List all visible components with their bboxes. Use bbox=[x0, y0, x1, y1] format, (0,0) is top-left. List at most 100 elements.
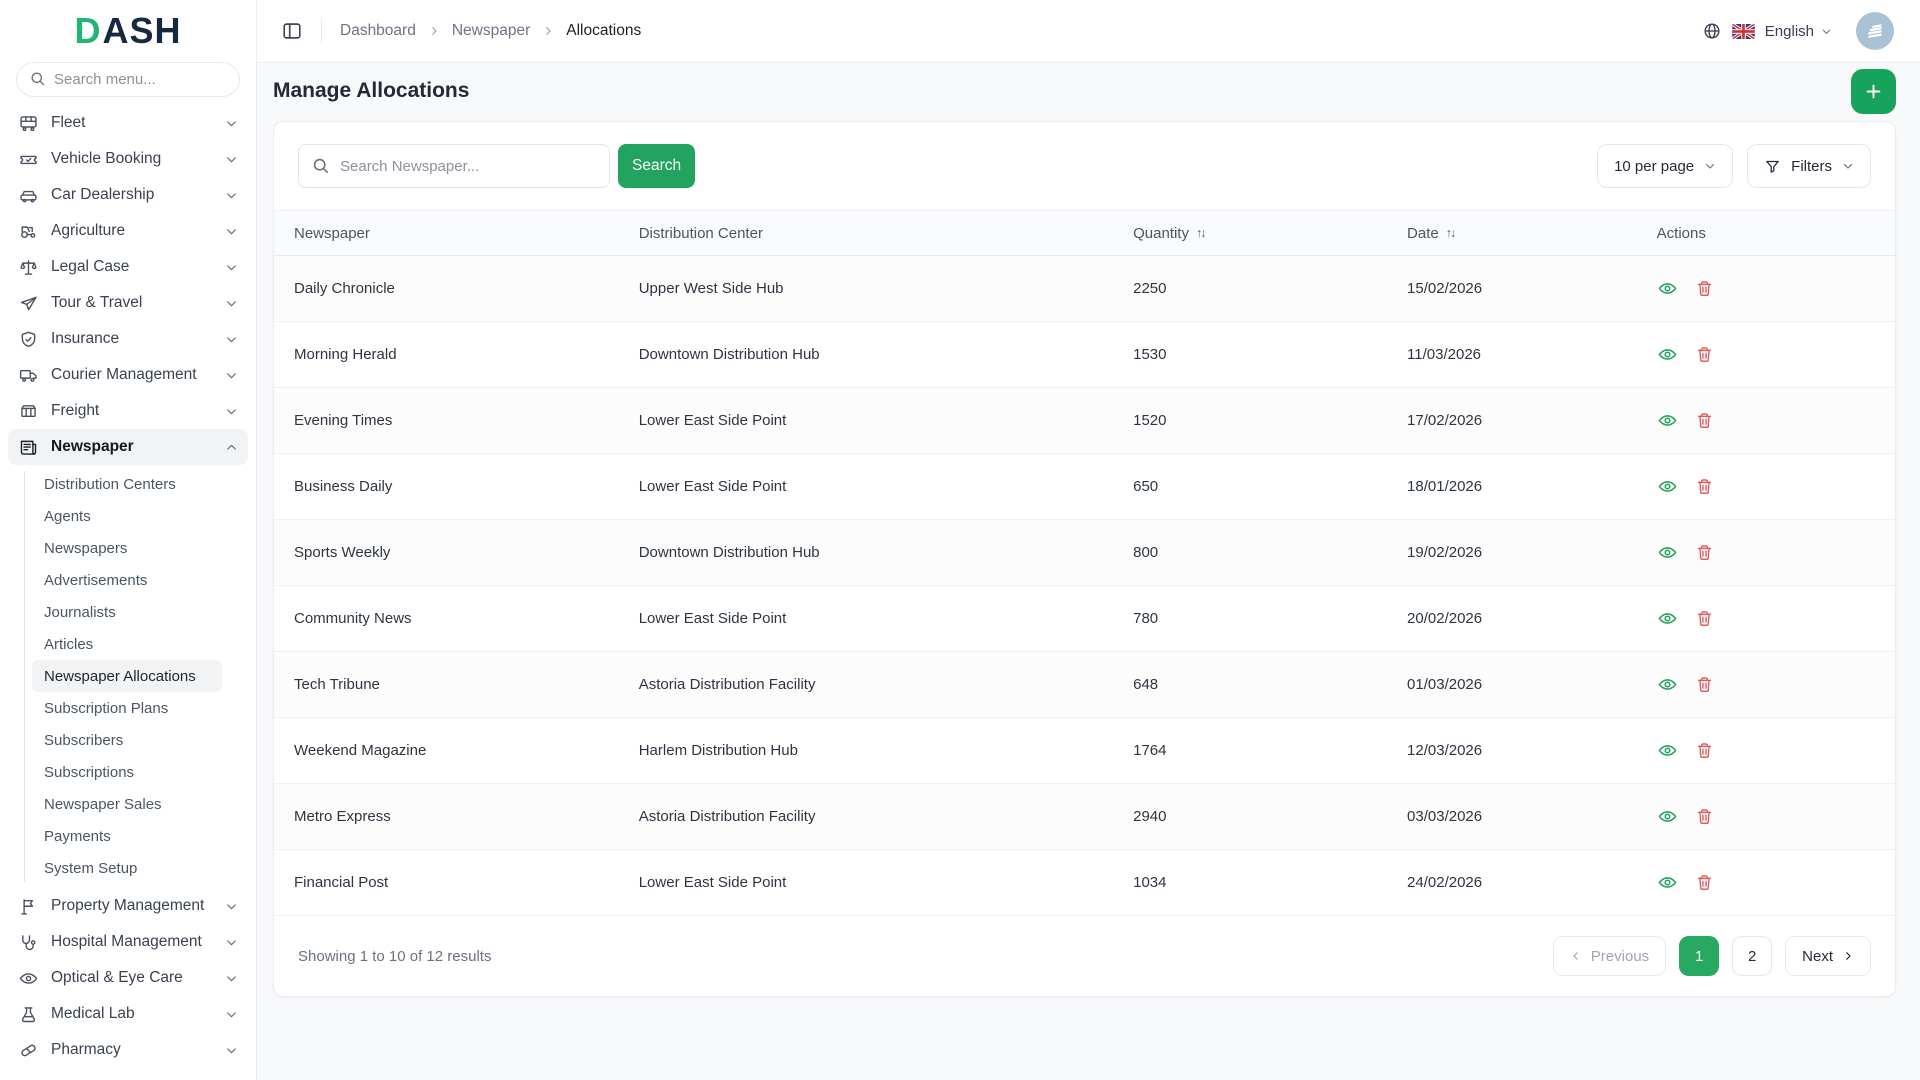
sidebar-subitem-articles[interactable]: Articles bbox=[32, 628, 222, 660]
delete-button[interactable] bbox=[1695, 279, 1714, 298]
globe-icon[interactable] bbox=[1702, 21, 1722, 41]
sidebar-item-optical-eye-care[interactable]: Optical & Eye Care bbox=[8, 960, 248, 996]
sidebar-item-freight[interactable]: Freight bbox=[8, 393, 248, 429]
sidebar-subitem-payments[interactable]: Payments bbox=[32, 820, 222, 852]
cell-quantity: 780 bbox=[1133, 586, 1407, 652]
view-button[interactable] bbox=[1657, 476, 1678, 497]
view-button[interactable] bbox=[1657, 872, 1678, 893]
trash-icon bbox=[1695, 345, 1714, 364]
table-row-community-news: Community NewsLower East Side Point78020… bbox=[274, 586, 1895, 652]
delete-button[interactable] bbox=[1695, 675, 1714, 694]
uk-flag-icon bbox=[1732, 24, 1755, 39]
sidebar-item-newspaper[interactable]: Newspaper bbox=[8, 429, 248, 465]
chevron-down-icon bbox=[225, 972, 238, 985]
cell-distribution-center: Lower East Side Point bbox=[639, 454, 1133, 520]
sidebar-subitem-newspapers[interactable]: Newspapers bbox=[32, 532, 222, 564]
page-button-2[interactable]: 2 bbox=[1732, 936, 1772, 976]
sidebar-subitem-distribution-centers[interactable]: Distribution Centers bbox=[32, 468, 222, 500]
chevron-right-icon bbox=[542, 25, 554, 37]
sidebar-item-pharmacy[interactable]: Pharmacy bbox=[8, 1032, 248, 1068]
view-eye-icon bbox=[1657, 410, 1678, 431]
flag-icon bbox=[18, 896, 39, 917]
sidebar-subitem-newspaper-allocations[interactable]: Newspaper Allocations bbox=[32, 660, 222, 692]
language-selector[interactable]: English bbox=[1765, 23, 1832, 40]
sidebar-subitem-subscribers[interactable]: Subscribers bbox=[32, 724, 222, 756]
sidebar-item-legal-case[interactable]: Legal Case bbox=[8, 249, 248, 285]
view-button[interactable] bbox=[1657, 344, 1678, 365]
view-button[interactable] bbox=[1657, 674, 1678, 695]
next-page-button[interactable]: Next bbox=[1785, 936, 1871, 976]
sidebar-subitem-subscriptions[interactable]: Subscriptions bbox=[32, 756, 222, 788]
view-button[interactable] bbox=[1657, 740, 1678, 761]
newspaper-search-input[interactable] bbox=[298, 144, 610, 188]
sort-icon[interactable]: ↑↓ bbox=[1446, 226, 1455, 240]
sidebar-subitem-system-setup[interactable]: System Setup bbox=[32, 852, 222, 884]
delete-button[interactable] bbox=[1695, 741, 1714, 760]
main-area: Dashboard Newspaper Allocations English bbox=[257, 0, 1920, 1080]
app-window: DASH FleetVehicle BookingCar DealershipA… bbox=[0, 0, 1920, 1080]
per-page-select[interactable]: 10 per page bbox=[1597, 144, 1733, 188]
sidebar-toggle-icon[interactable] bbox=[281, 20, 303, 42]
sidebar-item-car-dealership[interactable]: Car Dealership bbox=[8, 177, 248, 213]
sidebar-subitem-newspaper-sales[interactable]: Newspaper Sales bbox=[32, 788, 222, 820]
view-eye-icon bbox=[1657, 806, 1678, 827]
chevron-right-icon bbox=[1842, 950, 1854, 962]
sidebar-item-insurance[interactable]: Insurance bbox=[8, 321, 248, 357]
chevron-down-icon bbox=[225, 369, 238, 382]
delete-button[interactable] bbox=[1695, 345, 1714, 364]
sidebar-item-medical-lab[interactable]: Medical Lab bbox=[8, 996, 248, 1032]
search-button[interactable]: Search bbox=[618, 144, 695, 188]
eye-icon bbox=[18, 968, 39, 989]
user-avatar[interactable] bbox=[1856, 12, 1894, 50]
view-button[interactable] bbox=[1657, 410, 1678, 431]
view-button[interactable] bbox=[1657, 608, 1678, 629]
sidebar-subitem-journalists[interactable]: Journalists bbox=[32, 596, 222, 628]
delete-button[interactable] bbox=[1695, 543, 1714, 562]
sidebar-item-label: Hospital Management bbox=[51, 933, 225, 951]
view-button[interactable] bbox=[1657, 806, 1678, 827]
add-allocation-button[interactable] bbox=[1851, 69, 1896, 114]
delete-button[interactable] bbox=[1695, 807, 1714, 826]
page-button-1[interactable]: 1 bbox=[1679, 936, 1719, 976]
breadcrumb-item-allocations[interactable]: Allocations bbox=[566, 22, 641, 40]
view-eye-icon bbox=[1657, 674, 1678, 695]
sort-icon[interactable]: ↑↓ bbox=[1196, 226, 1205, 240]
chevron-down-icon bbox=[1842, 160, 1854, 172]
view-eye-icon bbox=[1657, 542, 1678, 563]
delete-button[interactable] bbox=[1695, 477, 1714, 496]
sidebar-subitem-subscription-plans[interactable]: Subscription Plans bbox=[32, 692, 222, 724]
table-row-weekend-magazine: Weekend MagazineHarlem Distribution Hub1… bbox=[274, 718, 1895, 784]
delete-button[interactable] bbox=[1695, 873, 1714, 892]
sidebar-item-vehicle-booking[interactable]: Vehicle Booking bbox=[8, 141, 248, 177]
sidebar-search-input[interactable] bbox=[16, 62, 240, 97]
sidebar-item-tour-travel[interactable]: Tour & Travel bbox=[8, 285, 248, 321]
logo-letter-d: D bbox=[74, 10, 101, 52]
cell-newspaper: Sports Weekly bbox=[274, 520, 639, 586]
delete-button[interactable] bbox=[1695, 411, 1714, 430]
delete-button[interactable] bbox=[1695, 609, 1714, 628]
view-eye-icon bbox=[1657, 278, 1678, 299]
sidebar-subitem-agents[interactable]: Agents bbox=[32, 500, 222, 532]
sidebar-item-courier-management[interactable]: Courier Management bbox=[8, 357, 248, 393]
previous-page-button[interactable]: Previous bbox=[1553, 936, 1666, 976]
trash-icon bbox=[1695, 741, 1714, 760]
stethoscope-icon bbox=[18, 932, 39, 953]
sidebar-subitem-advertisements[interactable]: Advertisements bbox=[32, 564, 222, 596]
view-eye-icon bbox=[1657, 740, 1678, 761]
filters-button[interactable]: Filters bbox=[1747, 144, 1871, 188]
breadcrumb-item-newspaper[interactable]: Newspaper bbox=[452, 22, 530, 40]
chevron-down-icon bbox=[225, 405, 238, 418]
sidebar-item-fleet[interactable]: Fleet bbox=[8, 105, 248, 141]
sidebar-item-property-management[interactable]: Property Management bbox=[8, 888, 248, 924]
trash-icon bbox=[1695, 543, 1714, 562]
view-button[interactable] bbox=[1657, 542, 1678, 563]
table-row-morning-herald: Morning HeraldDowntown Distribution Hub1… bbox=[274, 322, 1895, 388]
view-button[interactable] bbox=[1657, 278, 1678, 299]
trash-icon bbox=[1695, 609, 1714, 628]
sidebar-item-agriculture[interactable]: Agriculture bbox=[8, 213, 248, 249]
breadcrumb-item-dashboard[interactable]: Dashboard bbox=[340, 22, 416, 40]
sidebar-item-hospital-management[interactable]: Hospital Management bbox=[8, 924, 248, 960]
plus-icon bbox=[1864, 82, 1883, 101]
chevron-down-icon bbox=[225, 189, 238, 202]
view-eye-icon bbox=[1657, 344, 1678, 365]
